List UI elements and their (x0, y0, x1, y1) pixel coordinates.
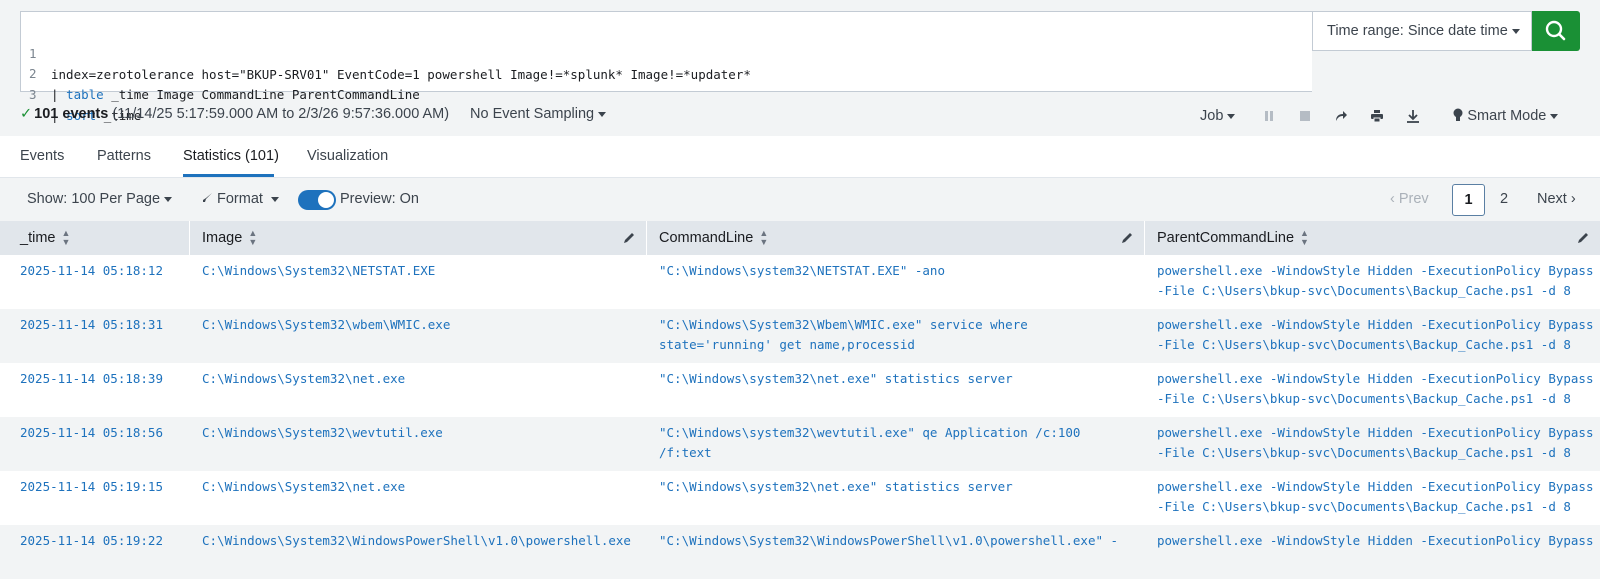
cell-commandline[interactable]: "C:\Windows\system32\wevtutil.exe" qe Ap… (659, 423, 1137, 463)
cell-image[interactable]: C:\Windows\System32\NETSTAT.EXE (202, 261, 642, 281)
cell-commandline[interactable]: "C:\Windows\System32\WindowsPowerShell\v… (659, 531, 1137, 551)
results-tabs: Events Patterns Statistics (101) Visuali… (0, 136, 1600, 178)
query-line-3[interactable]: 3 | sort _time (21, 63, 141, 123)
cell-image[interactable]: C:\Windows\System32\net.exe (202, 477, 642, 497)
event-sampling-dropdown[interactable]: No Event Sampling (470, 106, 607, 122)
query-text: index=zerotolerance host="BKUP-SRV01" Ev… (51, 67, 751, 82)
cell-parentcommandline[interactable]: powershell.exe -WindowStyle Hidden -Exec… (1157, 477, 1597, 517)
table-row: 2025-11-14 05:18:56 C:\Windows\System32\… (0, 417, 1600, 471)
job-menu[interactable]: Job (1200, 108, 1236, 124)
check-icon: ✓ (20, 106, 33, 122)
column-header-parentcommandline[interactable]: ParentCommandLine ▲ ▼ (1145, 221, 1600, 255)
job-menu-label: Job (1200, 108, 1224, 124)
format-label: Format (217, 191, 263, 207)
event-count: 101 events (34, 106, 109, 122)
column-header-image[interactable]: Image ▲ ▼ (190, 221, 647, 255)
cell-parentcommandline[interactable]: powershell.exe -WindowStyle Hidden -Exec… (1157, 315, 1597, 355)
chevron-down-icon (1511, 28, 1520, 34)
tab-events[interactable]: Events (20, 148, 64, 164)
sort-icon: ▲ ▼ (61, 228, 71, 248)
cell-parentcommandline[interactable]: powershell.exe -WindowStyle Hidden -Exec… (1157, 261, 1597, 301)
cell-time[interactable]: 2025-11-14 05:19:22 (20, 531, 185, 551)
cell-parentcommandline[interactable]: powershell.exe -WindowStyle Hidden -Exec… (1157, 423, 1597, 463)
cell-image[interactable]: C:\Windows\System32\wevtutil.exe (202, 423, 642, 443)
prev-label: Prev (1398, 191, 1429, 207)
share-icon[interactable] (1329, 104, 1353, 128)
sort-icon: ▲ ▼ (248, 228, 258, 248)
stop-icon[interactable] (1293, 104, 1317, 128)
search-icon (1545, 20, 1566, 41)
search-mode-dropdown[interactable]: Smart Mode (1453, 108, 1559, 124)
column-header-commandline[interactable]: CommandLine ▲ ▼ (647, 221, 1145, 255)
page-1-button[interactable]: 1 (1452, 184, 1485, 216)
cell-commandline[interactable]: "C:\Windows\System32\Wbem\WMIC.exe" serv… (659, 315, 1137, 355)
time-range-picker[interactable]: Time range: Since date time (1312, 11, 1532, 51)
query-line-1[interactable]: 1 index=zerotolerance host="BKUP-SRV01" … (21, 22, 751, 82)
pencil-icon[interactable] (1576, 231, 1590, 245)
next-page-button[interactable]: Next › (1537, 184, 1576, 216)
job-toolbar: Job Smart Mode (1200, 104, 1559, 128)
pause-icon[interactable] (1257, 104, 1281, 128)
chevron-down-icon (270, 196, 279, 202)
job-status-bar: ✓ 101 events (11/14/25 5:17:59.000 AM to … (0, 96, 1600, 136)
time-range-label: Time range: Since date time (1327, 23, 1508, 39)
preview-label: Preview: On (340, 191, 419, 207)
lightbulb-icon (1453, 108, 1463, 121)
page-2-button[interactable]: 2 (1494, 184, 1514, 216)
search-bar: 1 index=zerotolerance host="BKUP-SRV01" … (0, 0, 1600, 123)
next-label: Next (1537, 191, 1567, 207)
chevron-right-icon: › (1566, 191, 1576, 207)
download-icon[interactable] (1401, 104, 1425, 128)
cell-image[interactable]: C:\Windows\System32\net.exe (202, 369, 642, 389)
preview-toggle[interactable] (298, 190, 336, 210)
toggle-knob (318, 192, 334, 208)
table-row: 2025-11-14 05:19:22 C:\Windows\System32\… (0, 525, 1600, 579)
tab-visualization[interactable]: Visualization (307, 148, 388, 164)
cell-time[interactable]: 2025-11-14 05:18:56 (20, 423, 185, 443)
search-mode-label: Smart Mode (1467, 108, 1547, 124)
format-dropdown[interactable]: Format (202, 191, 279, 207)
event-sampling-label: No Event Sampling (470, 106, 595, 122)
cell-time[interactable]: 2025-11-14 05:18:39 (20, 369, 185, 389)
event-time-range: (11/14/25 5:17:59.000 AM to 2/3/26 9:57:… (112, 106, 450, 122)
cell-time[interactable]: 2025-11-14 05:18:12 (20, 261, 185, 281)
chevron-left-icon: ‹ (1390, 191, 1399, 207)
pencil-icon[interactable] (622, 231, 636, 245)
active-tab-indicator (183, 174, 274, 177)
cell-time[interactable]: 2025-11-14 05:18:31 (20, 315, 185, 335)
chevron-down-icon (1550, 113, 1559, 119)
chevron-down-icon (164, 196, 173, 202)
query-line-2[interactable]: 2 | table _time Image CommandLine Parent… (21, 42, 420, 102)
event-count-summary: ✓ 101 events (11/14/25 5:17:59.000 AM to … (20, 106, 449, 122)
chevron-down-icon (598, 111, 607, 117)
cell-commandline[interactable]: "C:\Windows\system32\NETSTAT.EXE" -ano (659, 261, 1137, 281)
chevron-down-icon (1227, 113, 1236, 119)
table-header: _time ▲ ▼ Image ▲ ▼ CommandLine ▲ ▼ ParentComm… (0, 221, 1600, 255)
search-button[interactable] (1532, 11, 1580, 51)
cell-commandline[interactable]: "C:\Windows\system32\net.exe" statistics… (659, 369, 1137, 389)
tab-patterns[interactable]: Patterns (97, 148, 151, 164)
cell-parentcommandline[interactable]: powershell.exe -WindowStyle Hidden -Exec… (1157, 369, 1597, 409)
cell-commandline[interactable]: "C:\Windows\system32\net.exe" statistics… (659, 477, 1137, 497)
pencil-icon[interactable] (1120, 231, 1134, 245)
table-row: 2025-11-14 05:18:12 C:\Windows\System32\… (0, 255, 1600, 309)
per-page-label: Show: 100 Per Page (27, 191, 161, 207)
table-row: 2025-11-14 05:18:39 C:\Windows\System32\… (0, 363, 1600, 417)
search-query-editor[interactable]: 1 index=zerotolerance host="BKUP-SRV01" … (20, 11, 1312, 123)
prev-page-button[interactable]: ‹ Prev (1390, 184, 1429, 216)
cell-image[interactable]: C:\Windows\System32\WindowsPowerShell\v1… (202, 531, 642, 551)
cell-time[interactable]: 2025-11-14 05:19:15 (20, 477, 185, 497)
sort-icon: ▲ ▼ (759, 228, 769, 248)
table-row: 2025-11-14 05:19:15 C:\Windows\System32\… (0, 471, 1600, 525)
table-controls: Show: 100 Per Page Format Preview: On ‹ … (0, 178, 1600, 221)
tab-statistics[interactable]: Statistics (101) (183, 148, 279, 164)
cell-image[interactable]: C:\Windows\System32\wbem\WMIC.exe (202, 315, 642, 335)
sort-icon: ▲ ▼ (1300, 228, 1309, 248)
column-header-time[interactable]: _time ▲ ▼ (0, 221, 190, 255)
print-icon[interactable] (1365, 104, 1389, 128)
per-page-dropdown[interactable]: Show: 100 Per Page (27, 191, 173, 207)
cell-parentcommandline[interactable]: powershell.exe -WindowStyle Hidden -Exec… (1157, 531, 1597, 551)
paintbrush-icon (203, 193, 212, 202)
table-row: 2025-11-14 05:18:31 C:\Windows\System32\… (0, 309, 1600, 363)
